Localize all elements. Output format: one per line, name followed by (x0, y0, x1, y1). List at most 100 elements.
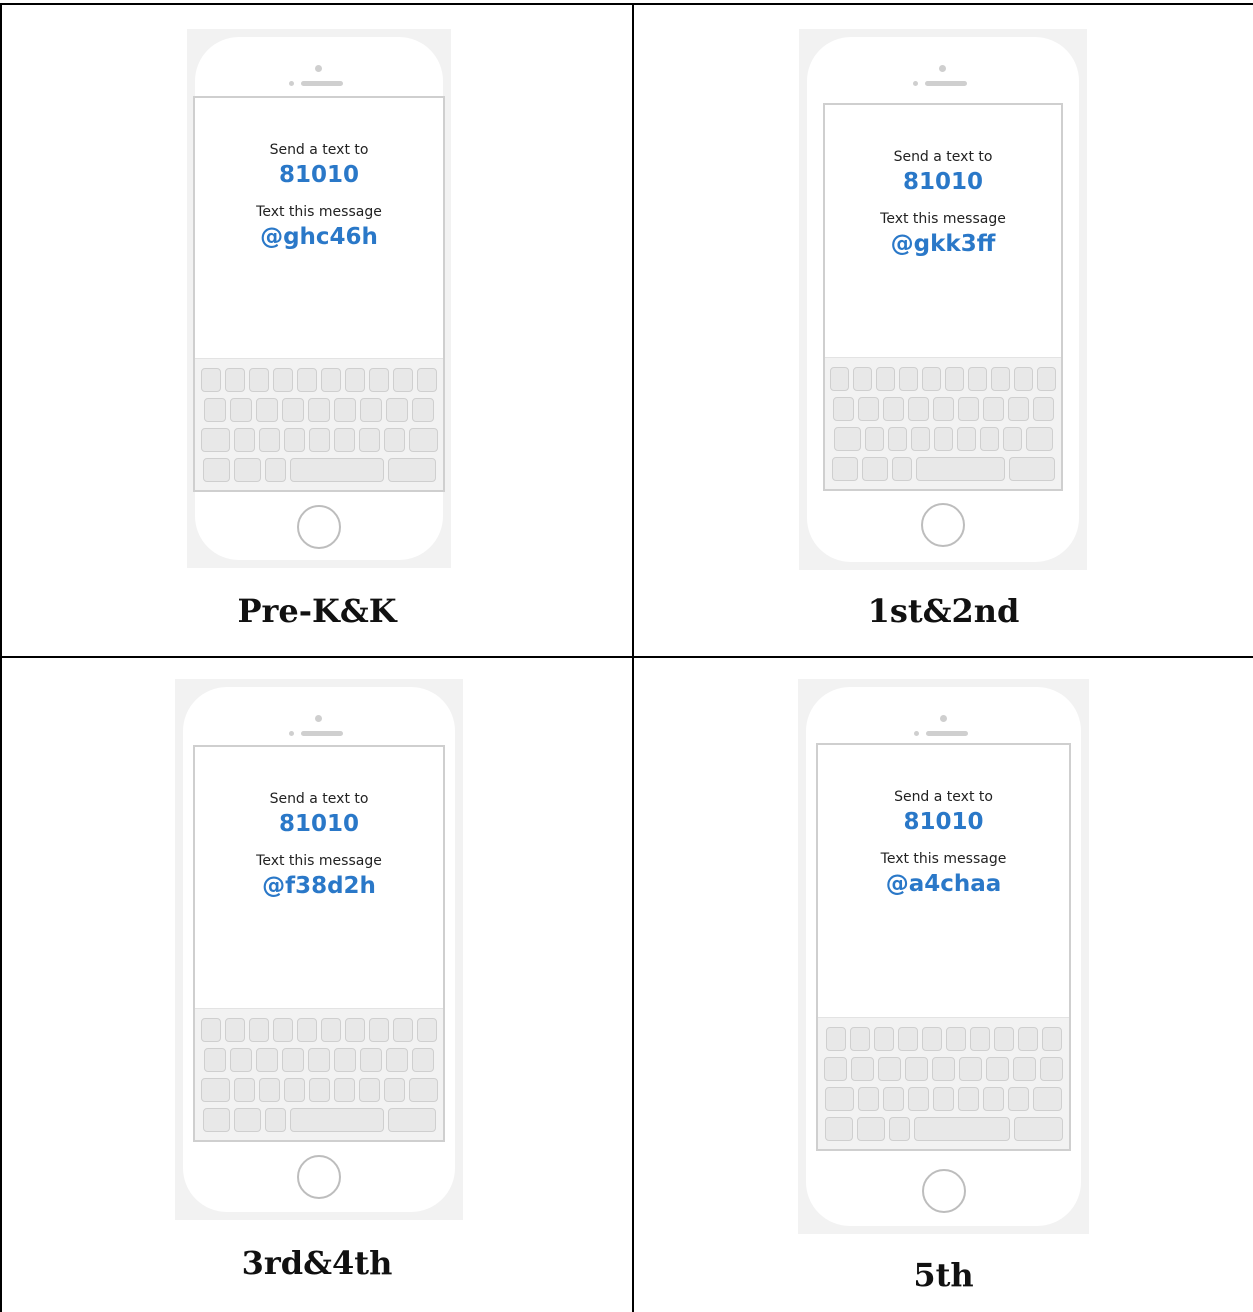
keyboard-key (857, 397, 879, 421)
keyboard-key (993, 1027, 1014, 1051)
send-label: Send a text to (894, 789, 993, 805)
phone-mockup: Send a text to 81010 Text this message @… (798, 679, 1089, 1234)
phone-screen: Send a text to 81010 Text this message @… (823, 103, 1063, 491)
keyboard-key (412, 1048, 434, 1072)
keyboard-key (308, 1078, 330, 1102)
keyboard-key (408, 1078, 438, 1102)
phone-mockup: Send a text to 81010 Text this message @… (799, 29, 1087, 570)
grade-caption: 3rd&4th (241, 1244, 393, 1282)
keyboard-key (1002, 427, 1022, 451)
keyboard-key (345, 1018, 365, 1042)
keyboard-key (922, 367, 941, 391)
home-button-icon (297, 505, 341, 549)
keyboard (818, 1017, 1069, 1149)
keyboard-key (360, 1048, 382, 1072)
keyboard-row (195, 1078, 443, 1102)
keyboard-key (824, 1057, 847, 1081)
join-code: @gkk3ff (890, 231, 996, 257)
keyboard-key (283, 1078, 305, 1102)
keyboard-key (412, 398, 434, 422)
keyboard-key (233, 1108, 261, 1132)
keyboard-key (907, 397, 929, 421)
speaker-icon (301, 731, 343, 736)
keyboard-key (393, 1018, 413, 1042)
keyboard-key (387, 458, 436, 482)
join-code: @f38d2h (262, 873, 376, 899)
keyboard-key (833, 427, 861, 451)
keyboard-key (856, 1117, 885, 1141)
keyboard-key (225, 1018, 245, 1042)
grade-caption: Pre-K&K (237, 592, 397, 630)
keyboard-key (204, 1048, 226, 1072)
keyboard-key (233, 428, 255, 452)
keyboard-key (899, 367, 918, 391)
keyboard-key (832, 397, 854, 421)
sensor-dot-icon (913, 731, 919, 736)
keyboard-key (358, 428, 380, 452)
keyboard-row (825, 367, 1061, 391)
keyboard-key (1025, 427, 1053, 451)
keyboard-key (1040, 1057, 1063, 1081)
front-camera-icon (939, 715, 947, 722)
sensor-dot-icon (289, 731, 294, 736)
send-label: Send a text to (269, 791, 369, 807)
keyboard-row (195, 398, 443, 422)
keyboard-key (982, 397, 1004, 421)
keyboard-key (932, 397, 954, 421)
message-label: Text this message (256, 204, 382, 220)
home-button-icon (921, 503, 965, 547)
keyboard-key (334, 398, 356, 422)
keyboard-key (1013, 1117, 1063, 1141)
short-code-number: 81010 (903, 809, 984, 835)
keyboard-key (230, 1048, 252, 1072)
home-button-icon (297, 1155, 341, 1199)
keyboard-key (945, 1027, 966, 1051)
keyboard-key (983, 1087, 1004, 1111)
keyboard-key (957, 397, 979, 421)
message-label: Text this message (880, 851, 1007, 867)
keyboard-key (334, 1048, 356, 1072)
home-button-icon (921, 1169, 966, 1213)
phone-body: Send a text to 81010 Text this message @… (193, 37, 445, 560)
front-camera-icon (315, 715, 322, 722)
keyboard-key (256, 1048, 278, 1072)
keyboard-key (830, 367, 849, 391)
keyboard-key (851, 1057, 874, 1081)
keyboard-key (1033, 1087, 1062, 1111)
keyboard-key (264, 1108, 286, 1132)
keyboard-key (256, 398, 278, 422)
keyboard (195, 358, 443, 490)
keyboard-key (825, 1087, 854, 1111)
keyboard-key (386, 1048, 408, 1072)
keyboard-key (891, 457, 912, 481)
keyboard-key (258, 428, 280, 452)
sensor-dot-icon (913, 81, 918, 86)
keyboard-key (883, 1087, 904, 1111)
keyboard-key (933, 427, 953, 451)
panel-pre-k: Send a text to 81010 Text this message @… (2, 5, 634, 658)
keyboard-key (369, 1018, 389, 1042)
keyboard-key (202, 458, 230, 482)
keyboard-key (882, 397, 904, 421)
phone-body: Send a text to 81010 Text this message @… (806, 687, 1081, 1226)
keyboard-key (408, 428, 438, 452)
keyboard-key (825, 1027, 846, 1051)
keyboard-key (991, 367, 1010, 391)
keyboard-key (321, 1018, 341, 1042)
keyboard-key (393, 368, 413, 392)
keyboard-key (273, 368, 293, 392)
keyboard-row (825, 397, 1061, 421)
keyboard-key (387, 1108, 436, 1132)
short-code-number: 81010 (278, 811, 360, 837)
keyboard-row (195, 458, 443, 482)
phone-body: Send a text to 81010 Text this message @… (807, 37, 1079, 562)
message-label: Text this message (880, 211, 1006, 227)
keyboard-key (1017, 1027, 1038, 1051)
phone-screen: Send a text to 81010 Text this message @… (816, 743, 1071, 1151)
keyboard-row (818, 1117, 1069, 1141)
speaker-icon (301, 81, 343, 86)
keyboard-key (849, 1027, 870, 1051)
keyboard-key (887, 427, 907, 451)
keyboard-key (282, 1048, 304, 1072)
keyboard-key (230, 398, 252, 422)
